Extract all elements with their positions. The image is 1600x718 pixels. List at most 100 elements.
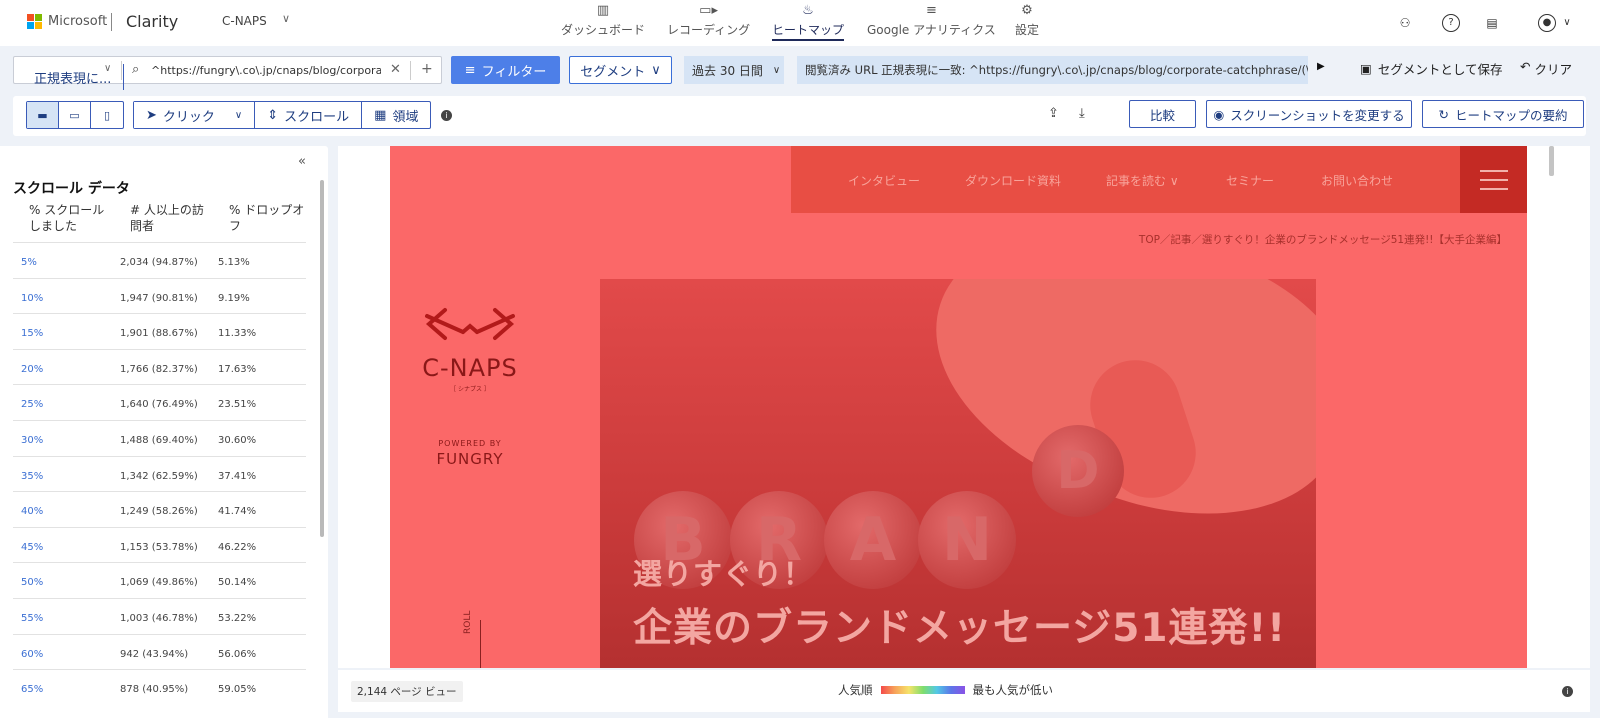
compare-button[interactable]: 比較 [1129, 100, 1196, 128]
download-icon[interactable]: ⤓ [1079, 106, 1085, 121]
table-row[interactable]: 20% 1,766 (82.37%) 17.63% [13, 348, 306, 385]
heat-legend: 人気順 最も人気が低い [838, 682, 1053, 698]
info-icon[interactable]: i [441, 110, 452, 121]
nav-dashboard[interactable]: ▥ ダッシュボード [561, 2, 645, 46]
mode-area[interactable]: ▦ 領域 [362, 102, 430, 128]
url-input[interactable]: ^https://fungry\.co\.jp/cnaps/blog/corpo… [151, 64, 381, 77]
save-segment-button[interactable]: ▣ セグメントとして保存 [1360, 59, 1502, 78]
add-url-icon[interactable]: + [421, 61, 433, 77]
table-row[interactable]: 5% 2,034 (94.87%) 5.13% [13, 242, 306, 278]
column-header-visitors: # 人以上の訪問者 [130, 203, 204, 233]
ball: N [918, 491, 1016, 589]
people-settings-icon[interactable]: ⚇ [1396, 14, 1414, 32]
table-row[interactable]: 10% 1,947 (90.81%) 9.19% [13, 277, 306, 314]
clear-button[interactable]: ↶ クリア [1520, 59, 1572, 78]
table-row[interactable]: 60% 942 (43.94%) 56.06% [13, 633, 306, 670]
table-row[interactable]: 15% 1,901 (88.67%) 11.33% [13, 313, 306, 349]
table-row[interactable]: 30% 1,488 (69.40%) 30.60% [13, 419, 306, 456]
canvas-scrollbar[interactable] [1549, 146, 1554, 176]
panel-title: スクロール データ [13, 181, 130, 197]
visitors-cell: 1,640 (76.49%) [120, 399, 198, 411]
nav-heatmaps[interactable]: ♨ ヒートマップ [772, 2, 845, 46]
mobile-button[interactable]: ▯ [91, 102, 123, 128]
segment-button-label: セグメント [580, 64, 646, 80]
search-icon: ⌕ [132, 62, 140, 77]
table-row[interactable]: 45% 1,153 (53.78%) 46.22% [13, 526, 306, 563]
panel-scrollbar[interactable] [320, 180, 324, 537]
save-segment-label: セグメントとして保存 [1377, 62, 1503, 77]
site-nav-item: お問い合わせ [1321, 174, 1394, 188]
site-screenshot: インタビュー ダウンロード資料 記事を読む ∨ セミナー お問い合わせ TOP／… [390, 146, 1527, 668]
document-icon[interactable]: ▤ [1483, 14, 1501, 32]
site-nav-item: セミナー [1226, 174, 1275, 188]
scroll-pct-cell: 50% [21, 577, 44, 589]
microsoft-label: Microsoft [48, 14, 108, 29]
hamburger-icon [1460, 146, 1527, 213]
change-screenshot-button[interactable]: ◉ スクリーンショットを変更する [1206, 100, 1412, 128]
date-range-select[interactable]: 過去 30 日間 ∨ [684, 56, 784, 84]
table-row[interactable]: 50% 1,069 (49.86%) 50.14% [13, 562, 306, 598]
account-chevron-icon[interactable]: ∨ [1558, 14, 1576, 32]
chevron-down-icon[interactable]: ∨ [282, 12, 290, 25]
dropoff-cell: 41.74% [218, 506, 257, 518]
dropoff-cell: 23.51% [218, 399, 257, 411]
app-name[interactable]: Clarity [126, 12, 178, 31]
dropoff-cell: 53.22% [218, 612, 257, 624]
chevron-down-icon[interactable]: ∨ [104, 63, 111, 74]
heatmap-toolbar: ▬ ▭ ▯ ➤ クリック ∨ ⇕ スクロール ▦ 領域 i ⇪ ⤓ 比較 ◉ ス… [13, 96, 1586, 136]
table-row[interactable]: 35% 1,342 (62.59%) 37.41% [13, 455, 306, 492]
table-row[interactable]: 25% 1,640 (76.49%) 23.51% [13, 384, 306, 420]
info-icon[interactable]: i [1562, 686, 1573, 697]
dropoff-cell: 30.60% [218, 434, 257, 446]
table-row[interactable]: 55% 1,003 (46.78%) 53.22% [13, 597, 306, 634]
close-icon[interactable]: ✕ [390, 62, 401, 77]
save-icon: ▣ [1360, 61, 1372, 76]
cursor-icon: ➤ [146, 107, 157, 123]
scroll-pct-cell: 15% [21, 328, 44, 340]
nav-recordings[interactable]: ▭▸ レコーディング [667, 2, 750, 46]
column-header-dropoff: % ドロップオフ [229, 203, 305, 233]
tablet-icon: ▭ [69, 108, 80, 122]
desktop-button[interactable]: ▬ [27, 102, 59, 128]
account-icon[interactable]: ● [1538, 14, 1556, 32]
mode-scroll[interactable]: ⇕ スクロール [255, 102, 363, 128]
ball-letter: N [941, 505, 993, 575]
mobile-icon: ▯ [103, 108, 111, 122]
filter-button[interactable]: ≡ フィルター [451, 56, 560, 84]
segment-button[interactable]: セグメント ∨ [569, 56, 672, 84]
pageviews-badge: 2,144 ページ ビュー [351, 681, 463, 702]
area-icon: ▦ [374, 107, 387, 123]
nav-google-analytics[interactable]: ≡ Google アナリティクス [867, 2, 996, 46]
applied-filter-chip[interactable]: 閲覧済み URL 正規表現に一致: ^https://fungry\.co\.j… [797, 56, 1308, 84]
dropoff-cell: 59.05% [218, 684, 257, 696]
scroll-indicator-line [480, 620, 481, 668]
help-icon[interactable]: ? [1442, 14, 1460, 32]
ball-letter: A [849, 505, 897, 575]
collapse-panel-icon[interactable]: « [298, 154, 306, 169]
microsoft-logo[interactable]: Microsoft [27, 14, 107, 29]
scroll-pct-cell: 40% [21, 506, 44, 518]
device-toggle: ▬ ▭ ▯ [26, 101, 124, 129]
heatmap-summary-button[interactable]: ↻ ヒートマップの要約 [1422, 100, 1584, 128]
visitors-cell: 1,947 (90.81%) [120, 292, 198, 304]
visitors-cell: 1,488 (69.40%) [120, 434, 198, 446]
table-row[interactable]: 40% 1,249 (58.26%) 41.74% [13, 491, 306, 527]
table-row[interactable]: 65% 878 (40.95%) 59.05% [13, 669, 306, 705]
mode-click[interactable]: ➤ クリック ∨ [134, 102, 256, 128]
visitors-cell: 1,901 (88.67%) [120, 328, 198, 340]
nav-settings[interactable]: ⚙ 設定 [1015, 2, 1039, 46]
scroll-pct-cell: 10% [21, 292, 44, 304]
project-name[interactable]: C-NAPS [222, 14, 267, 28]
url-filter-box: 正規表現に... ∨ ⌕ ^https://fungry\.co\.jp/cna… [13, 56, 442, 90]
dropoff-cell: 11.33% [218, 328, 257, 340]
site-nav-item: 記事を読む ∨ [1106, 174, 1179, 188]
compare-label: 比較 [1149, 107, 1175, 123]
filter-icon: ≡ [464, 62, 476, 78]
visitors-cell: 878 (40.95%) [120, 684, 189, 696]
dropoff-cell: 56.06% [218, 648, 257, 660]
share-icon[interactable]: ⇪ [1048, 106, 1059, 121]
scroll-pct-cell: 20% [21, 363, 44, 375]
scroll-right-icon[interactable]: ▶ [1317, 61, 1325, 72]
tablet-button[interactable]: ▭ [59, 102, 91, 128]
top-bar: Microsoft Clarity C-NAPS ∨ ▥ ダッシュボード ▭▸ … [0, 0, 1600, 46]
